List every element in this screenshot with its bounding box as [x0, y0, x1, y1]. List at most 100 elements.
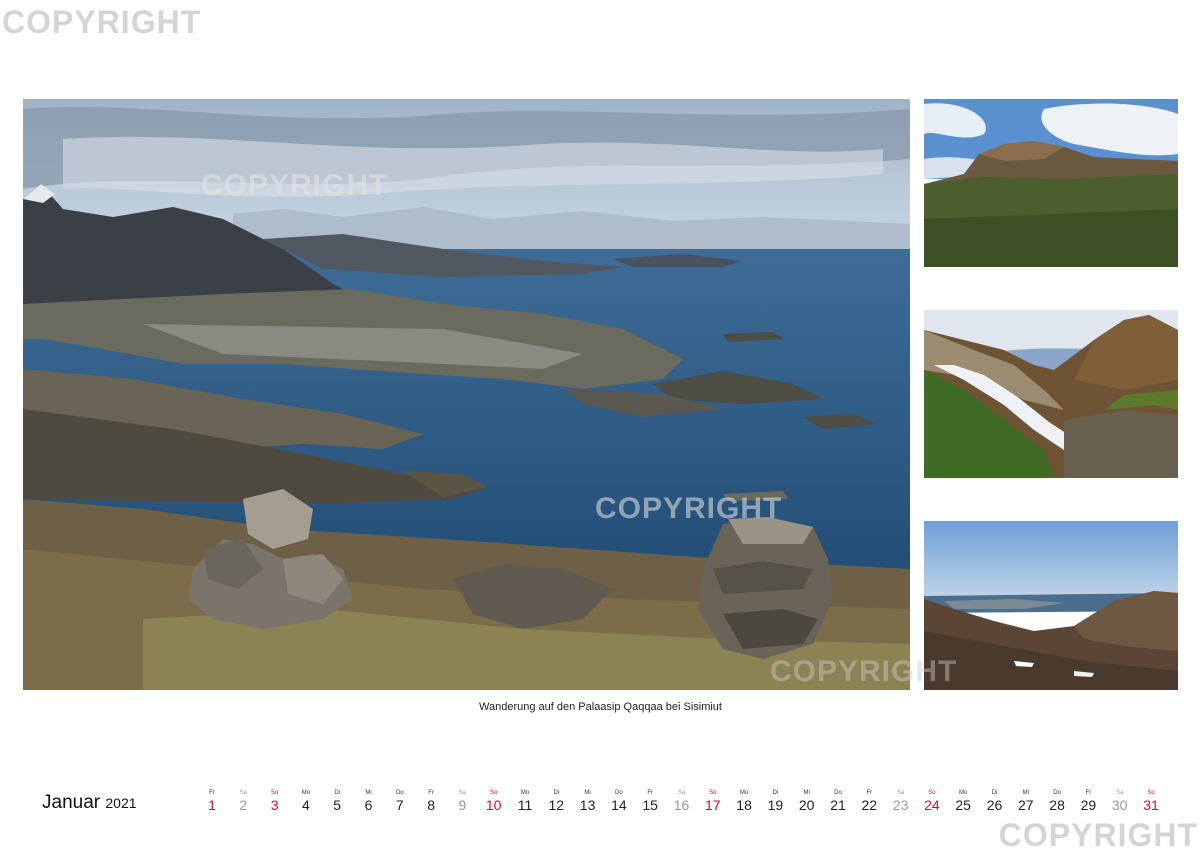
weekday-abbrev: Do	[615, 790, 623, 796]
weekday-abbrev: Di	[991, 790, 998, 796]
calendar-day-8: Fr 8	[419, 790, 443, 813]
calendar-day-7: Do 7	[388, 790, 412, 813]
weekday-abbrev: Sa	[1116, 790, 1124, 796]
weekday-abbrev: So	[270, 790, 279, 796]
calendar-day-16: Sa 16	[670, 790, 694, 813]
calendar-day-20: Mi 20	[795, 790, 819, 813]
calendar-day-10: So 10	[482, 790, 506, 813]
calendar-day-21: Do 21	[826, 790, 850, 813]
weekday-abbrev: Mo	[959, 790, 968, 796]
day-number: 11	[517, 797, 533, 813]
main-photo-fjord-view: COPYRIGHT COPYRIGHT	[23, 99, 910, 690]
day-number: 2	[239, 797, 248, 813]
day-number: 25	[955, 797, 971, 813]
calendar-day-2: Sa 2	[231, 790, 255, 813]
weekday-abbrev: Di	[334, 790, 341, 796]
weekday-abbrev: Sa	[458, 790, 467, 796]
copyright-watermark-photo-lower: COPYRIGHT	[770, 655, 958, 688]
calendar-day-31: So 31	[1139, 790, 1163, 813]
weekday-abbrev: Fr	[428, 790, 434, 796]
day-number: 22	[861, 797, 878, 813]
calendar-day-1: Fr 1	[200, 790, 224, 813]
calendar-day-9: Sa 9	[450, 790, 474, 813]
day-number: 17	[705, 797, 721, 813]
day-number: 18	[736, 797, 752, 813]
calendar-day-29: Fr 29	[1076, 790, 1100, 813]
calendar-day-6: Mi 6	[357, 790, 381, 813]
day-number: 29	[1080, 797, 1097, 813]
weekday-abbrev: Fr	[866, 790, 873, 796]
calendar-day-strip: Fr 1 Sa 2 So 3 Mo 4 Di 5 Mi 6 Do 7 Fr 8 Sa 9 So 10 Mo 11 Di 12 M…	[0, 790, 1200, 820]
calendar-day-3: So 3	[263, 790, 287, 813]
calendar-day-24: So 24	[920, 790, 944, 813]
day-number: 13	[579, 797, 596, 813]
calendar-day-13: Mi 13	[576, 790, 600, 813]
side-photo-waterfall	[924, 310, 1178, 478]
weekday-abbrev: Do	[1053, 790, 1061, 796]
calendar-day-11: Mo 11	[513, 790, 537, 813]
day-number: 5	[333, 797, 342, 813]
copyright-watermark-bottom: COPYRIGHT	[998, 817, 1198, 853]
day-number: 8	[427, 797, 435, 813]
weekday-abbrev: Do	[395, 790, 404, 796]
calendar-day-12: Di 12	[544, 790, 568, 813]
day-number: 28	[1049, 797, 1065, 813]
day-number: 27	[1018, 797, 1034, 813]
photo-caption: Wanderung auf den Palaasip Qaqqaa bei Si…	[479, 701, 722, 713]
calendar-day-4: Mo 4	[294, 790, 318, 813]
weekday-abbrev: Sa	[239, 790, 247, 796]
calendar-day-25: Mo 25	[951, 790, 975, 813]
day-number: 3	[270, 797, 279, 813]
day-number: 10	[485, 797, 502, 813]
day-number: 1	[208, 797, 216, 813]
weekday-abbrev: So	[928, 790, 936, 796]
weekday-abbrev: Fr	[209, 790, 215, 796]
weekday-abbrev: Di	[553, 790, 560, 796]
weekday-abbrev: So	[709, 790, 717, 796]
weekday-abbrev: Mi	[803, 790, 810, 796]
weekday-abbrev: Mi	[584, 790, 591, 796]
weekday-abbrev: Mo	[739, 790, 749, 796]
calendar-day-28: Do 28	[1045, 790, 1069, 813]
weekday-abbrev: Mo	[520, 790, 530, 796]
copyright-watermark-top: COPYRIGHT	[2, 4, 202, 40]
calendar-day-26: Di 26	[983, 790, 1007, 813]
side-photo-mountain-peak	[924, 99, 1178, 267]
day-number: 23	[892, 797, 909, 813]
weekday-abbrev: Do	[834, 790, 842, 796]
weekday-abbrev: Di	[772, 790, 779, 796]
day-number: 15	[642, 797, 658, 813]
calendar-day-15: Fr 15	[638, 790, 662, 813]
weekday-abbrev: Mi	[365, 790, 372, 796]
day-number: 21	[830, 797, 846, 813]
calendar-day-19: Di 19	[763, 790, 787, 813]
day-number: 26	[986, 797, 1003, 813]
day-number: 16	[673, 797, 690, 813]
calendar-day-14: Do 14	[607, 790, 631, 813]
weekday-abbrev: Mo	[301, 790, 311, 796]
weekday-abbrev: Mi	[1022, 790, 1029, 796]
weekday-abbrev: Fr	[1085, 790, 1092, 796]
calendar-day-22: Fr 22	[857, 790, 881, 813]
calendar-day-5: Di 5	[325, 790, 349, 813]
day-number: 31	[1143, 797, 1159, 813]
copyright-watermark-photo-upper: COPYRIGHT	[201, 169, 389, 202]
calendar-day-17: So 17	[701, 790, 725, 813]
weekday-abbrev: So	[1147, 790, 1155, 796]
weekday-abbrev: Fr	[647, 790, 654, 796]
weekday-abbrev: So	[490, 790, 498, 796]
day-number: 12	[548, 797, 565, 813]
calendar-day-18: Mo 18	[732, 790, 756, 813]
day-number: 20	[798, 797, 815, 813]
day-number: 6	[364, 797, 373, 813]
side-photo-bay-view	[924, 521, 1178, 690]
day-number: 9	[458, 797, 467, 813]
weekday-abbrev: Sa	[677, 790, 686, 796]
day-number: 14	[611, 797, 627, 813]
calendar-day-23: Sa 23	[889, 790, 913, 813]
day-number: 7	[395, 797, 404, 813]
calendar-day-30: Sa 30	[1108, 790, 1132, 813]
copyright-watermark-photo-middle: COPYRIGHT	[595, 492, 783, 525]
calendar-day-27: Mi 27	[1014, 790, 1038, 813]
day-number: 24	[924, 797, 940, 813]
